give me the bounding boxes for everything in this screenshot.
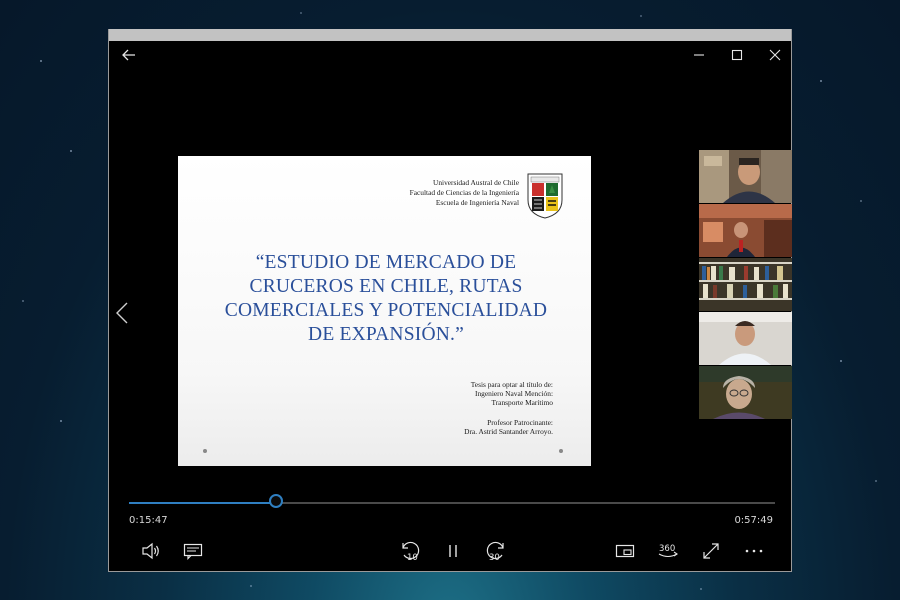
skip-back-button[interactable]: 10 (397, 538, 423, 564)
chevron-left-icon (116, 302, 128, 324)
slide-title-line: CRUCEROS EN CHILE, RUTAS (249, 276, 523, 297)
mini-view-button[interactable] (612, 538, 638, 564)
institution-line: Escuela de Ingeniería Naval (435, 198, 519, 207)
thesis-line: Ingeniero Naval Mención: (475, 389, 553, 398)
back-arrow-icon (122, 49, 135, 61)
slide-dot (203, 449, 207, 453)
slide-title-line: “ESTUDIO DE MERCADO DE (255, 252, 517, 273)
participant-video[interactable] (699, 258, 792, 311)
minimize-button[interactable] (687, 43, 711, 67)
seek-bar-thumb[interactable] (268, 494, 283, 508)
minimize-icon (694, 54, 704, 56)
thesis-info: Tesis para optar al título de: Ingeniero… (471, 380, 553, 407)
skip-back-10-icon: 10 (402, 541, 420, 563)
participant-video[interactable] (699, 150, 792, 203)
institution-line: Facultad de Ciencias de la Ingeniería (409, 188, 519, 197)
more-button[interactable] (741, 538, 767, 564)
slide-dot (559, 449, 563, 453)
institution-block: Universidad Austral de Chile Facultad de… (410, 178, 519, 208)
institution-line: Universidad Austral de Chile (432, 178, 519, 187)
mini-view-icon (615, 544, 635, 558)
seek-bar[interactable] (129, 494, 775, 508)
total-time: 0:57:49 (734, 515, 773, 526)
close-button[interactable] (763, 43, 787, 67)
media-player-window: Universidad Austral de Chile Facultad de… (108, 29, 792, 572)
current-time: 0:15:47 (129, 515, 168, 526)
maximize-button[interactable] (725, 43, 749, 67)
sponsor-line: Dra. Astrid Santander Arroyo. (464, 427, 553, 436)
participant-video[interactable] (699, 204, 792, 257)
volume-icon (142, 542, 159, 560)
thesis-line: Tesis para optar al título de: (470, 380, 553, 389)
thesis-line: Transporte Marítimo (491, 398, 553, 407)
slide-title-line: DE EXPANSIÓN.” (308, 324, 464, 345)
slide-title: “ESTUDIO DE MERCADO DE CRUCEROS EN CHILE… (216, 251, 556, 347)
close-icon (769, 49, 781, 61)
pause-button[interactable] (440, 538, 466, 564)
skip-back-label: 10 (407, 553, 418, 563)
sponsor-line: Profesor Patrocinante: (487, 418, 553, 427)
sponsor-info: Profesor Patrocinante: Dra. Astrid Santa… (464, 418, 553, 436)
volume-button[interactable] (138, 538, 164, 564)
previous-button[interactable] (111, 295, 133, 331)
pause-icon (449, 545, 457, 557)
participant-video[interactable] (699, 312, 792, 365)
captions-icon (183, 543, 203, 560)
window-top-strip (109, 29, 791, 41)
vr-360-button[interactable]: 360 (655, 538, 681, 564)
participant-video[interactable] (699, 366, 792, 419)
captions-button[interactable] (180, 538, 206, 564)
title-bar (109, 41, 791, 69)
presentation-slide: Universidad Austral de Chile Facultad de… (178, 156, 591, 466)
maximize-icon (731, 49, 743, 61)
skip-forward-label: 30 (489, 553, 500, 563)
fullscreen-icon (703, 543, 719, 559)
back-button[interactable] (117, 43, 141, 67)
slide-title-line: COMERCIALES Y POTENCIALIDAD (224, 300, 548, 321)
participant-video-strip (699, 150, 792, 420)
skip-forward-30-icon: 30 (486, 541, 504, 563)
vr-360-label: 360 (659, 544, 675, 554)
university-crest-icon (527, 173, 563, 219)
vr-360-icon: 360 (658, 544, 678, 558)
more-icon (745, 549, 763, 553)
fullscreen-button[interactable] (698, 538, 724, 564)
seek-bar-fill (129, 502, 276, 504)
skip-forward-button[interactable]: 30 (483, 538, 509, 564)
